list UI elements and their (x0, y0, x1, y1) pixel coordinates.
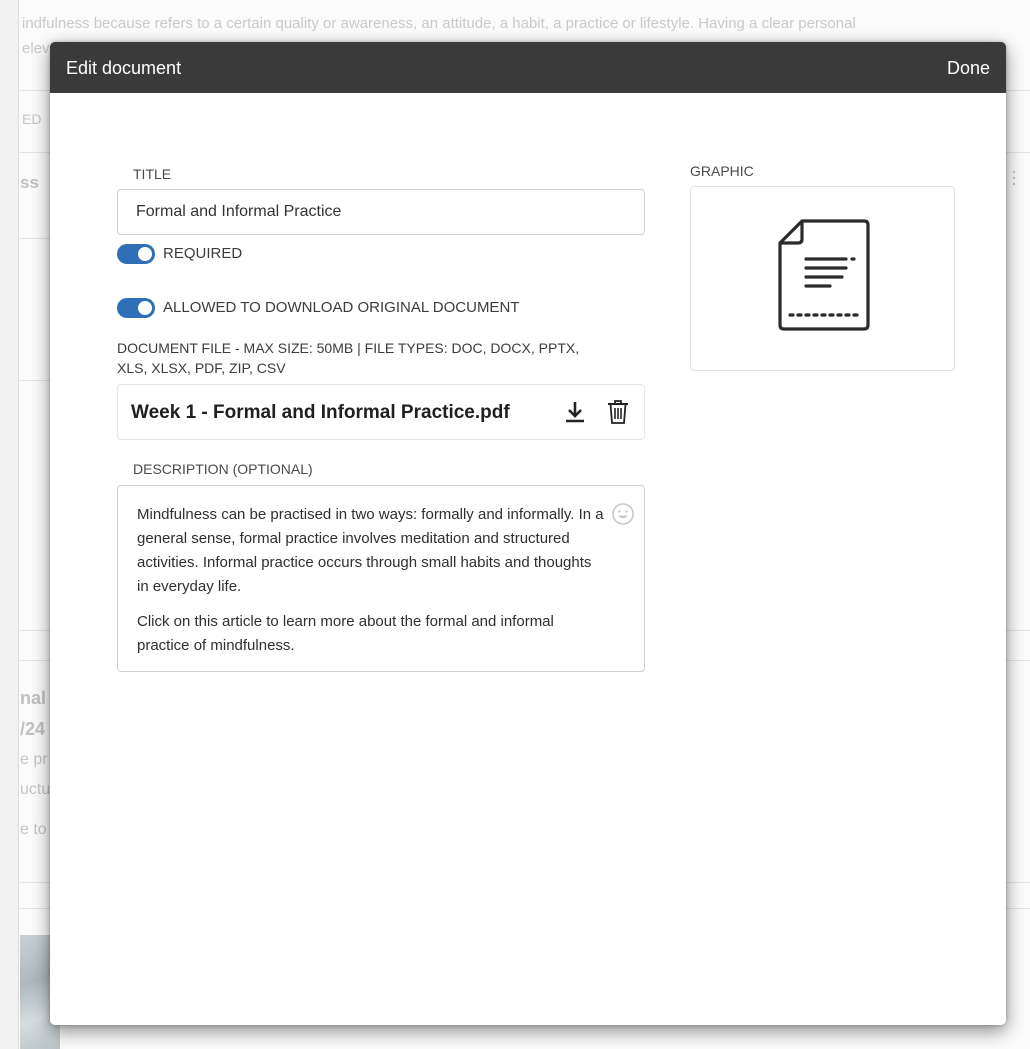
background-fragment: e to (20, 821, 47, 838)
modal-header: Edit document Done (50, 42, 1006, 93)
background-fragment: e pr (20, 751, 48, 768)
file-note-line: XLS, XLSX, PDF, ZIP, CSV (117, 360, 286, 376)
edit-document-modal: Edit document Done TITLE REQUIRED ALLOWE… (50, 42, 1006, 1025)
background-fragment: ss (20, 173, 39, 192)
graphic-label: GRAPHIC (690, 163, 754, 179)
required-toggle-row: REQUIRED (117, 244, 242, 264)
trash-icon[interactable] (607, 399, 629, 430)
kebab-icon: · · · (1011, 161, 1017, 193)
description-label: DESCRIPTION (OPTIONAL) (133, 461, 313, 477)
description-editor[interactable]: Mindfulness can be practised in two ways… (117, 485, 645, 672)
background-fragment: ED (22, 111, 42, 127)
smiley-icon[interactable] (612, 503, 634, 530)
done-button[interactable]: Done (947, 58, 990, 78)
background-text-line: elev (22, 40, 50, 57)
download-icon[interactable] (564, 400, 586, 429)
document-icon (776, 217, 872, 338)
file-note-line: DOCUMENT FILE - MAX SIZE: 50MB | FILE TY… (117, 340, 580, 356)
allow-download-label: ALLOWED TO DOWNLOAD ORIGINAL DOCUMENT (163, 299, 520, 316)
modal-title: Edit document (66, 58, 182, 78)
file-requirements-note: DOCUMENT FILE - MAX SIZE: 50MB | FILE TY… (117, 338, 657, 378)
document-file-name: Week 1 - Formal and Informal Practice.pd… (131, 402, 510, 423)
title-input[interactable] (117, 189, 645, 235)
document-file-row: Week 1 - Formal and Informal Practice.pd… (117, 384, 645, 440)
background-fragment: /24 (20, 719, 46, 739)
title-label: TITLE (133, 166, 172, 182)
graphic-preview[interactable] (690, 186, 955, 371)
description-paragraph: Click on this article to learn more abou… (137, 613, 554, 654)
download-toggle-row: ALLOWED TO DOWNLOAD ORIGINAL DOCUMENT (117, 298, 519, 318)
allow-download-toggle[interactable] (117, 298, 155, 318)
background-fragment: uctu (20, 781, 51, 798)
background-text-line: indfulness because refers to a certain q… (22, 15, 856, 32)
description-paragraph: Mindfulness can be practised in two ways… (137, 506, 604, 595)
required-toggle[interactable] (117, 244, 155, 264)
background-fragment: nal (20, 688, 47, 708)
required-label: REQUIRED (163, 245, 243, 262)
